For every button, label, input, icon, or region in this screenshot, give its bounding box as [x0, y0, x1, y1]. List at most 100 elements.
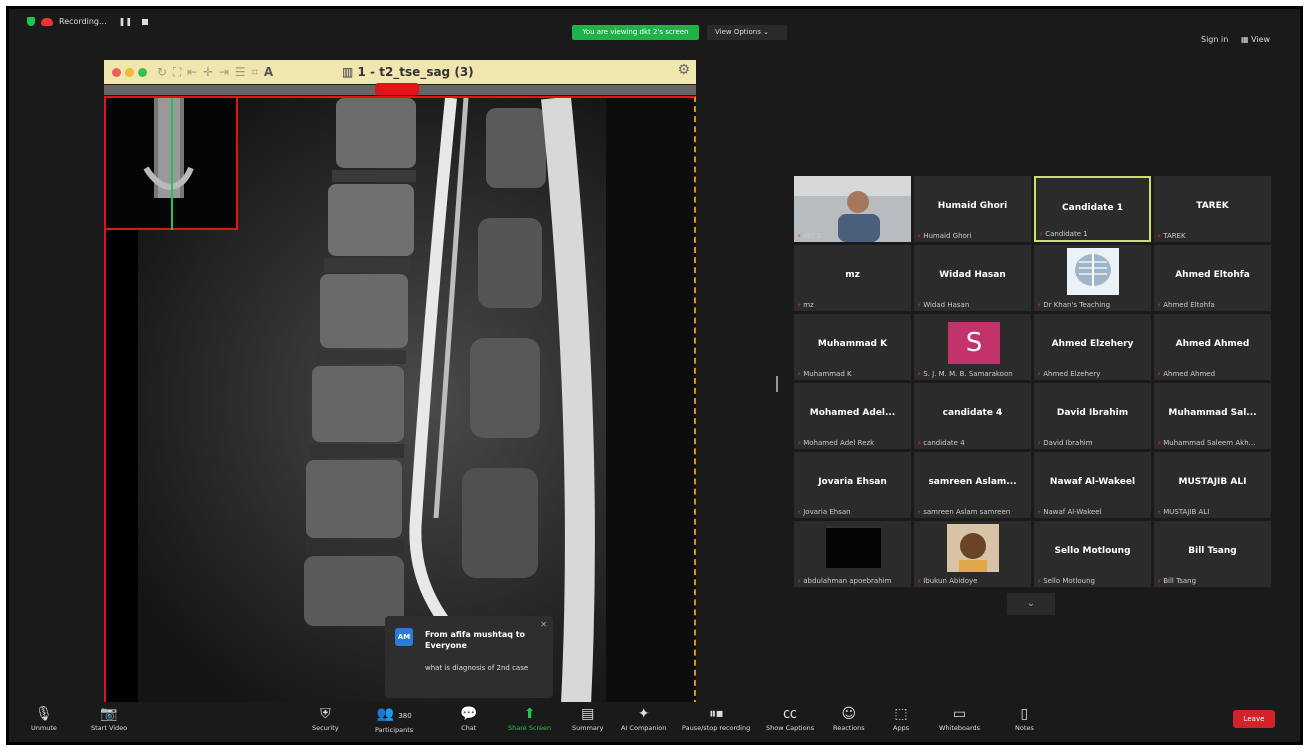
ai-companion-button[interactable]: ✦ AI Companion	[621, 704, 666, 732]
participant-tile[interactable]: Sello Motloung Sello Motloung	[1034, 521, 1151, 587]
participant-tile[interactable]: Humaid Ghori Humaid Ghori	[914, 176, 1031, 242]
chat-icon: 💬	[460, 706, 478, 722]
participant-label: Widad Hasan	[917, 301, 969, 309]
participant-tile[interactable]: Ibukun Abidoye	[914, 521, 1031, 587]
gallery-more-button[interactable]: ⌄	[1007, 593, 1055, 615]
scout-localizer[interactable]	[106, 98, 238, 230]
recording-label: Recording...	[59, 17, 107, 26]
view-options-button[interactable]: View Options ⌄	[707, 25, 787, 40]
participants-button[interactable]: 👥 380 Participants	[375, 704, 413, 734]
participant-tile[interactable]: Widad Hasan Widad Hasan	[914, 245, 1031, 311]
participant-label: Sello Motloung	[1037, 577, 1095, 585]
captions-icon: ㏄	[783, 706, 798, 722]
security-button[interactable]: ⛨ Security	[312, 704, 339, 732]
mri-image-viewport[interactable]	[104, 96, 696, 706]
summary-label: Summary	[572, 724, 604, 732]
share-screen-label: Share Screen	[508, 724, 552, 732]
sign-in-button[interactable]: Sign in	[1201, 35, 1228, 44]
participant-tile[interactable]: samreen Aslam... samreen Aslam samreen	[914, 452, 1031, 518]
participant-label: Ahmed Elzehery	[1037, 370, 1100, 378]
viewer-tool-icons[interactable]: ↻ ⛶ ⇤ ✛ ⇥ ☰ ⌗ A	[157, 65, 274, 80]
participant-tile[interactable]: Candidate 1 Candidate 1	[1034, 176, 1151, 242]
apps-label: Apps	[893, 724, 910, 732]
whiteboards-button[interactable]: ▭ Whiteboards	[939, 704, 980, 732]
participant-name: Humaid Ghori	[937, 201, 1008, 211]
reactions-button[interactable]: ☺ Reactions	[833, 704, 865, 732]
participant-tile[interactable]: Jovaria Ehsan Jovaria Ehsan	[794, 452, 911, 518]
participant-name: David Ibrahim	[1056, 408, 1129, 418]
participant-name: Muhammad Sal...	[1168, 408, 1257, 418]
pause-stop-recording-button[interactable]: ⏸⏹ Pause/stop recording	[682, 704, 750, 732]
participant-tile[interactable]: Bill Tsang Bill Tsang	[1154, 521, 1271, 587]
minimize-window-dot[interactable]	[125, 67, 134, 77]
zoom-window-dot[interactable]	[138, 67, 147, 77]
apps-button[interactable]: ⬚ Apps	[893, 704, 909, 732]
gallery-resize-handle[interactable]	[776, 376, 778, 392]
notes-button[interactable]: ▯ Notes	[1015, 704, 1034, 732]
participants-count: 380	[398, 712, 412, 720]
participant-tile[interactable]: TAREK TAREK	[1154, 176, 1271, 242]
participant-label: Mohamed Adel Rezk	[797, 439, 874, 447]
stop-recording-icon[interactable]	[142, 18, 149, 25]
meeting-window: Recording... ❚❚ You are viewing dkt 2's …	[6, 6, 1303, 745]
series-scroll-thumb[interactable]	[375, 83, 419, 95]
participant-tile[interactable]: mz mz	[794, 245, 911, 311]
participant-tile[interactable]: David Ibrahim David Ibrahim	[1034, 383, 1151, 449]
participant-label: S. J. M. M. B. Samarakoon	[917, 370, 1012, 378]
chat-notification[interactable]: AM From afifa mushtaq to Everyone what i…	[385, 616, 553, 698]
start-video-button[interactable]: 📷 Start Video	[91, 704, 127, 732]
participant-tile[interactable]: Ahmed Eltohfa Ahmed Eltohfa	[1154, 245, 1271, 311]
participant-tile[interactable]: Ahmed Ahmed Ahmed Ahmed	[1154, 314, 1271, 380]
summary-button[interactable]: ▤ Summary	[572, 704, 603, 732]
participant-tile[interactable]: abdulahman apoebrahim	[794, 521, 911, 587]
share-screen-button[interactable]: ⬆ Share Screen	[508, 704, 551, 732]
view-label: View	[1251, 35, 1271, 44]
participant-tile[interactable]: S S. J. M. M. B. Samarakoon	[914, 314, 1031, 380]
participant-label: MUSTAJIB ALI	[1157, 508, 1209, 516]
participant-tile[interactable]: Muhammad Sal... Muhammad Saleem Akh...	[1154, 383, 1271, 449]
participant-label: samreen Aslam samreen	[917, 508, 1010, 516]
participant-label: Muhammad K	[797, 370, 851, 378]
participant-tile[interactable]: Dr Khan's Teaching	[1034, 245, 1151, 311]
ai-sparkle-icon: ✦	[637, 706, 650, 722]
participant-label: Dr Khan's Teaching	[1037, 301, 1110, 309]
notes-icon: ▯	[1020, 706, 1029, 722]
participant-tile[interactable]: Nawaf Al-Wakeel Nawaf Al-Wakeel	[1034, 452, 1151, 518]
participant-label: Candidate 1	[1039, 230, 1087, 238]
participant-video	[826, 526, 881, 568]
view-button[interactable]: ▦ View	[1241, 35, 1270, 44]
recording-indicator: Recording... ❚❚	[27, 17, 149, 26]
summary-icon: ▤	[581, 706, 595, 722]
participant-tile[interactable]: MUSTAJIB ALI MUSTAJIB ALI	[1154, 452, 1271, 518]
close-icon[interactable]: ✕	[540, 620, 547, 629]
chevron-down-icon: ⌄	[1026, 598, 1036, 609]
reactions-label: Reactions	[833, 724, 865, 732]
participant-tile[interactable]: Ahmed Elzehery Ahmed Elzehery	[1034, 314, 1151, 380]
participant-label: Humaid Ghori	[917, 232, 971, 240]
show-captions-button[interactable]: ㏄ Show Captions	[766, 704, 814, 732]
participant-label: Nawaf Al-Wakeel	[1037, 508, 1101, 516]
series-scrollbar[interactable]	[104, 83, 696, 95]
chat-button[interactable]: 💬 Chat	[460, 704, 477, 732]
participant-name: mz	[845, 270, 860, 280]
muted-mic-icon: 🎙	[35, 706, 53, 722]
participant-tile[interactable]: Mohamed Adel... Mohamed Adel Rezk	[794, 383, 911, 449]
participant-tile[interactable]: dkt 2	[794, 176, 911, 242]
meeting-controls: 🎙 Unmute 📷 Start Video ⛨ Security 👥 380 Part…	[9, 702, 1300, 742]
participant-tile[interactable]: candidate 4 candidate 4	[914, 383, 1031, 449]
chat-sender: From afifa mushtaq to Everyone	[425, 630, 526, 650]
participant-label: candidate 4	[917, 439, 964, 447]
participant-name: Ahmed Eltohfa	[1175, 270, 1250, 280]
chat-label: Chat	[461, 724, 477, 732]
leave-button[interactable]: Leave	[1233, 710, 1275, 728]
pause-recording-icon[interactable]: ❚❚	[119, 17, 132, 26]
shield-icon[interactable]	[27, 17, 35, 26]
participant-name: Candidate 1	[1062, 203, 1123, 213]
viewer-toolbar: ↻ ⛶ ⇤ ✛ ⇥ ☰ ⌗ A ▥ 1 - t2_tse_sag (3) ⚙	[104, 60, 696, 84]
close-window-dot[interactable]	[112, 67, 121, 77]
unmute-button[interactable]: 🎙 Unmute	[31, 704, 57, 732]
whiteboard-icon: ▭	[952, 706, 967, 722]
participant-label: dkt 2	[797, 232, 821, 240]
gear-icon[interactable]: ⚙	[677, 62, 690, 78]
participant-tile[interactable]: Muhammad K Muhammad K	[794, 314, 911, 380]
